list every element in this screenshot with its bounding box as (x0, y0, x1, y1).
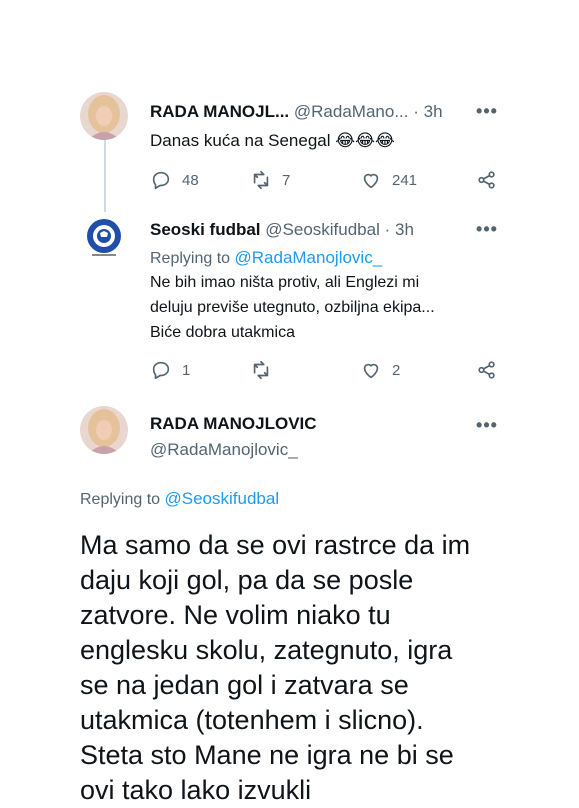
replying-to-label: Replying to (80, 491, 165, 508)
display-name[interactable]: RADA MANOJL... (150, 102, 289, 121)
reply-button[interactable]: 48 (150, 168, 199, 192)
action-bar: 1 2 (150, 358, 500, 382)
replying-to-link[interactable]: @Seoskifudbal (165, 489, 280, 508)
tweet-text: Ma samo da se ovi rastrce da im daju koj… (80, 528, 530, 808)
text-line: utakmica (totenhem i slicno). (80, 705, 424, 735)
user-handle[interactable]: @RadaManojlovic_ (150, 440, 298, 459)
avatar[interactable] (80, 214, 128, 262)
share-icon (478, 171, 495, 189)
heart-icon (363, 363, 379, 379)
like-button[interactable]: 241 (360, 168, 417, 192)
like-count: 241 (392, 171, 418, 189)
text-line: zatvore. Ne volim niako tu (80, 600, 391, 630)
text-line: Ma samo da se ovi rastrce da im (80, 530, 471, 560)
retweet-icon (253, 170, 269, 190)
user-handle[interactable]: @Seoskifudbal (265, 220, 380, 239)
retweet-button[interactable]: 7 (250, 168, 290, 192)
reply-count: 48 (182, 171, 199, 189)
reply-icon (152, 361, 170, 380)
tweet-header: Seoski fudbal @Seoskifudbal · 3h (150, 220, 519, 240)
replying-to-link[interactable]: @RadaManojlovic_ (235, 248, 383, 267)
text-line: daju koji gol, pa da se posle (80, 565, 414, 595)
avatar[interactable] (80, 92, 128, 140)
timestamp[interactable]: 3h (424, 102, 443, 121)
reply-count: 1 (182, 361, 191, 379)
heart-icon (363, 173, 379, 189)
text-line: Ne bih imao ništa protiv, ali Englezi mi (150, 274, 420, 291)
text-line: deluju previše utegnuto, ozbiljna ekipa.… (150, 299, 435, 316)
display-name[interactable]: Seoski fudbal (150, 220, 261, 239)
tweet-header: RADA MANOJL... @RadaMano... · 3h (150, 102, 519, 122)
more-icon[interactable]: ••• (475, 102, 499, 122)
replying-to-label: Replying to (150, 250, 235, 267)
retweet-count: 7 (282, 171, 291, 189)
text-line: Biće dobra utakmica (150, 324, 295, 341)
text-line: englesku skolu, zategnuto, igra (80, 635, 453, 665)
display-name[interactable]: RADA MANOJLOVIC (150, 414, 317, 433)
timestamp[interactable]: 3h (395, 220, 414, 239)
share-button[interactable] (476, 168, 498, 192)
user-handle[interactable]: @RadaMano... (294, 102, 409, 121)
like-count: 2 (392, 361, 401, 379)
text-line: Steta sto Mane ne igra ne bi se (80, 740, 454, 770)
reply-button[interactable]: 1 (150, 358, 190, 382)
reply-icon (152, 171, 170, 190)
separator: · (384, 220, 391, 239)
like-button[interactable]: 2 (360, 358, 400, 382)
reply-context: Replying to @Seoskifudbal (80, 486, 499, 512)
action-bar: 48 7 241 (150, 168, 500, 192)
more-icon[interactable]: ••• (475, 220, 499, 240)
thread-line (104, 140, 106, 212)
tweet-text: Danas kuća na Senegal 😂😂😂 (150, 131, 395, 150)
retweet-icon (253, 360, 269, 380)
separator: · (413, 102, 419, 121)
tweet-header: RADA MANOJLOVIC (150, 414, 519, 434)
tweet-handle-row: @RadaManojlovic_ (150, 440, 519, 460)
text-line: se na jedan gol i zatvara se (80, 670, 409, 700)
avatar[interactable] (80, 406, 128, 454)
tweet-text: Ne bih imao ništa protiv, ali Englezi mi… (150, 270, 499, 345)
text-line: ovi tako lako izvukli (80, 775, 312, 805)
retweet-button[interactable] (250, 358, 282, 382)
more-icon[interactable]: ••• (475, 416, 499, 436)
reply-context: Replying to @RadaManojlovic_ (150, 245, 499, 271)
share-button[interactable] (476, 358, 498, 382)
share-icon (478, 361, 495, 379)
